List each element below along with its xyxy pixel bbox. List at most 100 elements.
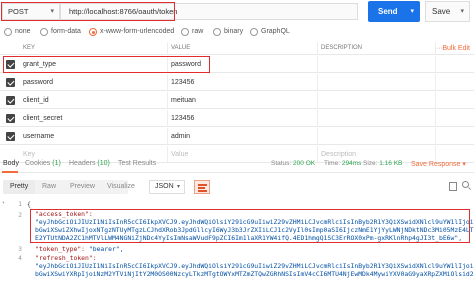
code-line: bGwiXSwiYXRpIjoiNzM2YTViNjItY2M0OS00Nzcy… (35, 270, 474, 278)
line-number: 4 (18, 254, 22, 262)
checkbox-icon[interactable] (6, 114, 15, 123)
radio-label: none (15, 28, 31, 35)
tab-body[interactable]: Body (3, 160, 19, 167)
chevron-down-icon: ▾ (462, 161, 466, 168)
request-bar: POST ▾ http://localhost:8766/oauth/token… (0, 0, 474, 24)
wrap-lines-icon[interactable] (194, 180, 210, 194)
active-tab-indicator (2, 171, 18, 173)
tab-cookies[interactable]: Cookies (1) (25, 160, 61, 167)
table-row: username admin (0, 128, 474, 145)
radio-x-www-form-urlencoded[interactable]: x-www-form-urlencoded (89, 27, 174, 37)
code-line: "refresh_token": (35, 254, 97, 262)
radio-label: GraphQL (261, 28, 290, 35)
wrap-line-stroke (198, 184, 207, 186)
radio-raw[interactable]: raw (181, 27, 203, 37)
tab-cookies-count: (1) (52, 160, 61, 167)
param-description[interactable] (318, 110, 436, 126)
param-value[interactable]: 123456 (168, 110, 318, 126)
copy-icon[interactable] (449, 182, 457, 191)
size-value: 1.16 KB (379, 160, 403, 167)
radio-label: form-data (51, 28, 81, 35)
size-label: Size: (363, 160, 378, 167)
view-pretty-button[interactable]: Pretty (3, 180, 36, 194)
time-readout: Time: 294ms (324, 160, 361, 167)
radio-dot-icon (181, 28, 189, 36)
response-body-code: ▾ 1 2 3 4 { "access_token": "eyJhbGciOiJ… (0, 199, 474, 282)
radio-label: binary (224, 28, 244, 35)
view-visualize-button[interactable]: Visualize (100, 180, 142, 194)
chevron-down-icon[interactable]: ▾ (460, 2, 464, 21)
line-number: 3 (18, 245, 22, 253)
tab-headers-count: (10) (97, 160, 110, 167)
view-raw-button[interactable]: Raw (35, 180, 63, 194)
save-button[interactable]: Save ▾ (425, 1, 470, 22)
checkbox-icon[interactable] (6, 96, 15, 105)
format-select[interactable]: JSON ▾ (149, 180, 185, 194)
url-highlight-box (1, 2, 175, 21)
search-icon[interactable] (462, 181, 469, 188)
json-value: "bearer", (88, 245, 124, 253)
radio-binary[interactable]: binary (213, 27, 243, 37)
view-preview-button[interactable]: Preview (63, 180, 102, 194)
value-column-header: VALUE (168, 42, 318, 54)
param-description[interactable] (318, 56, 436, 72)
size-readout: Size: 1.16 KB (363, 160, 402, 167)
save-label: Save (432, 7, 451, 16)
table-row: client_secret 123456 (0, 110, 474, 127)
param-description[interactable] (318, 92, 436, 108)
radio-dot-icon (40, 28, 48, 36)
param-description[interactable] (318, 128, 436, 144)
param-value[interactable]: meituan (168, 92, 318, 108)
radio-dot-selected-icon (89, 28, 97, 36)
description-column-header: DESCRIPTION (318, 42, 436, 54)
radio-graphql[interactable]: GraphQL (250, 27, 290, 37)
radio-dot-icon (4, 28, 12, 36)
tab-headers[interactable]: Headers (10) (69, 160, 110, 167)
tab-cookies-label: Cookies (25, 160, 51, 167)
save-response-button[interactable]: Save Response ▾ (411, 160, 466, 168)
checkbox-icon[interactable] (6, 132, 15, 141)
line-number: 2 (18, 211, 22, 219)
param-value[interactable]: 123456 (168, 74, 318, 90)
time-value: 294ms (341, 160, 362, 167)
tab-headers-label: Headers (69, 160, 96, 167)
param-value[interactable]: admin (168, 128, 318, 144)
body-type-options: none form-data x-www-form-urlencoded raw… (0, 25, 474, 39)
send-button[interactable]: Send ▾ (368, 1, 420, 22)
code-line: "token_type": "bearer", (35, 245, 124, 253)
time-label: Time: (324, 160, 341, 167)
save-response-label: Save Response (411, 161, 461, 168)
param-key[interactable]: password (20, 74, 168, 90)
param-description[interactable] (318, 74, 436, 90)
radio-form-data[interactable]: form-data (40, 27, 81, 37)
radio-label: raw (192, 28, 204, 35)
radio-dot-icon (250, 28, 258, 36)
response-tabs: Body Cookies (1) Headers (10) Test Resul… (0, 157, 474, 173)
key-column-header: KEY (20, 42, 168, 54)
radio-label: x-www-form-urlencoded (100, 28, 175, 35)
access-token-highlight-box (30, 209, 470, 243)
table-row: client_id meituan (0, 92, 474, 109)
send-label: Send (378, 7, 398, 16)
code-line: { (27, 200, 31, 208)
param-key[interactable]: username (20, 128, 168, 144)
chevron-down-icon[interactable]: ▾ (410, 1, 414, 22)
chevron-down-icon: ▾ (176, 184, 180, 190)
status-readout: Status: 200 OK (271, 160, 315, 167)
bulk-edit-link[interactable]: Bulk Edit (442, 42, 470, 55)
response-view-toolbar: Pretty Raw Preview Visualize JSON ▾ (0, 176, 474, 196)
status-value: 200 OK (293, 160, 316, 167)
format-label: JSON (155, 183, 174, 190)
json-key: "refresh_token": (35, 254, 97, 262)
tab-test-results[interactable]: Test Results (118, 160, 156, 167)
radio-none[interactable]: none (4, 27, 31, 37)
status-label: Status: (271, 160, 292, 167)
header-actions: ··· Bulk Edit (436, 42, 474, 54)
checkbox-icon[interactable] (6, 78, 15, 87)
table-row: password 123456 (0, 74, 474, 91)
grant-type-highlight-box (3, 56, 210, 73)
fold-arrow-icon[interactable]: ▾ (2, 200, 5, 206)
param-key[interactable]: client_secret (20, 110, 168, 126)
wrap-line-stroke (198, 190, 207, 192)
param-key[interactable]: client_id (20, 92, 168, 108)
